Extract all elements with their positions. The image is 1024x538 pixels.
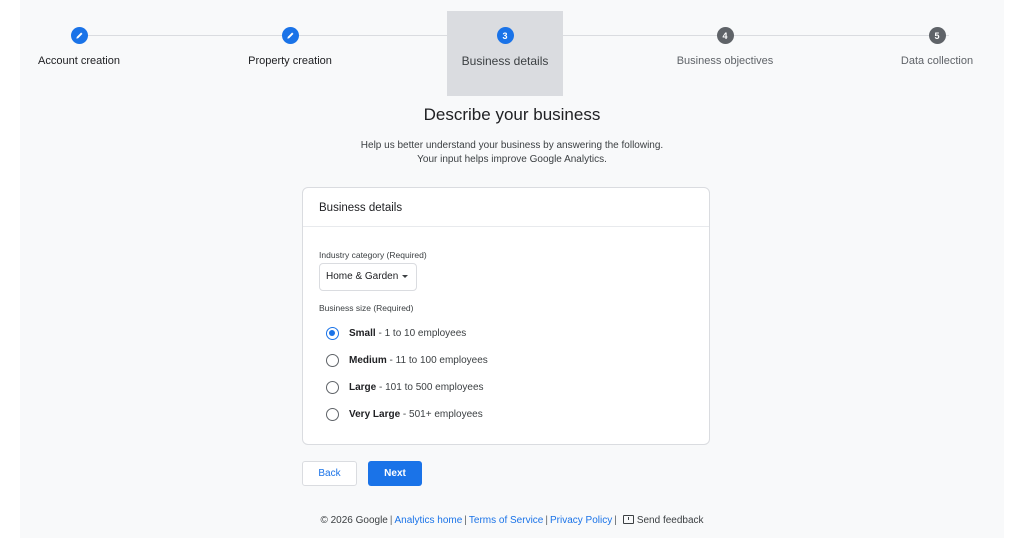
business-size-option-small[interactable]: Small - 1 to 10 employees bbox=[326, 325, 466, 341]
option-detail: - 1 to 10 employees bbox=[375, 327, 467, 339]
option-text: Small - 1 to 10 employees bbox=[349, 328, 466, 339]
setup-page: Account creation Property creation 3 Bus… bbox=[20, 0, 1004, 538]
subtitle-line: Your input helps improve Google Analytic… bbox=[417, 154, 607, 165]
radio-unchecked-icon[interactable] bbox=[326, 407, 339, 421]
footer-separator: | bbox=[389, 515, 393, 526]
pencil-icon bbox=[70, 27, 88, 44]
step-label: Account creation bbox=[38, 55, 120, 67]
option-text: Very Large - 501+ employees bbox=[349, 409, 483, 420]
privacy-policy-link[interactable]: Privacy Policy bbox=[550, 515, 612, 526]
step-number: 5 bbox=[928, 27, 946, 44]
option-name: Medium bbox=[349, 354, 387, 366]
card-header: Business details bbox=[303, 188, 709, 227]
industry-category-label: Industry category (Required) bbox=[319, 250, 427, 260]
business-size-label: Business size (Required) bbox=[319, 303, 414, 313]
option-detail: - 11 to 100 employees bbox=[386, 354, 488, 366]
option-name: Very Large bbox=[349, 408, 401, 420]
step-number: 3 bbox=[496, 27, 514, 44]
option-detail: - 101 to 500 employees bbox=[376, 381, 484, 393]
subtitle-line: Help us better understand your business … bbox=[360, 140, 664, 151]
step-property-creation[interactable]: Property creation bbox=[210, 0, 370, 85]
dropdown-caret-icon bbox=[402, 274, 409, 278]
business-size-option-very-large[interactable]: Very Large - 501+ employees bbox=[326, 406, 483, 422]
footer: © 2026 Google | Analytics home | Terms of Se… bbox=[20, 515, 1004, 526]
option-text: Medium - 11 to 100 employees bbox=[349, 355, 488, 366]
page-title: Describe your business bbox=[423, 105, 601, 124]
business-size-option-large[interactable]: Large - 101 to 500 employees bbox=[326, 379, 484, 395]
terms-of-service-link[interactable]: Terms of Service bbox=[469, 515, 543, 526]
analytics-home-link[interactable]: Analytics home bbox=[394, 515, 462, 526]
back-button[interactable]: Back bbox=[302, 461, 357, 486]
copyright-text: © 2026 Google bbox=[320, 515, 388, 526]
step-number: 4 bbox=[716, 27, 734, 44]
radio-unchecked-icon[interactable] bbox=[326, 353, 339, 367]
setup-stepper: Account creation Property creation 3 Bus… bbox=[20, 0, 1004, 96]
business-details-card: Business details Industry category (Requ… bbox=[302, 187, 710, 445]
option-name: Small bbox=[349, 327, 376, 339]
send-feedback-button[interactable]: Send feedback bbox=[619, 515, 704, 526]
option-detail: - 501+ employees bbox=[400, 408, 483, 420]
option-text: Large - 101 to 500 employees bbox=[349, 382, 484, 393]
step-account-creation[interactable]: Account creation bbox=[0, 0, 159, 85]
footer-separator: | bbox=[545, 515, 548, 526]
footer-separator: | bbox=[464, 515, 467, 526]
business-size-option-medium[interactable]: Medium - 11 to 100 employees bbox=[326, 352, 488, 368]
radio-checked-icon[interactable] bbox=[326, 326, 339, 340]
send-feedback-label: Send feedback bbox=[636, 515, 704, 526]
option-name: Large bbox=[349, 381, 377, 393]
radio-unchecked-icon[interactable] bbox=[326, 380, 339, 394]
page-subtitle: Help us better understand your business … bbox=[20, 139, 1004, 167]
next-button[interactable]: Next bbox=[368, 461, 422, 486]
step-label: Business objectives bbox=[676, 55, 774, 67]
step-business-details[interactable]: 3 Business details bbox=[447, 11, 563, 96]
pencil-icon bbox=[281, 27, 299, 44]
step-label: Data collection bbox=[900, 55, 974, 67]
feedback-icon bbox=[622, 515, 634, 524]
footer-separator: | bbox=[614, 515, 617, 526]
industry-category-value: Home & Garden bbox=[326, 271, 399, 282]
industry-category-select[interactable]: Home & Garden bbox=[319, 263, 417, 291]
step-data-collection[interactable]: 5 Data collection bbox=[857, 0, 1017, 85]
step-label: Property creation bbox=[248, 55, 332, 67]
step-business-objectives[interactable]: 4 Business objectives bbox=[645, 0, 805, 85]
step-label: Business details bbox=[461, 54, 549, 68]
